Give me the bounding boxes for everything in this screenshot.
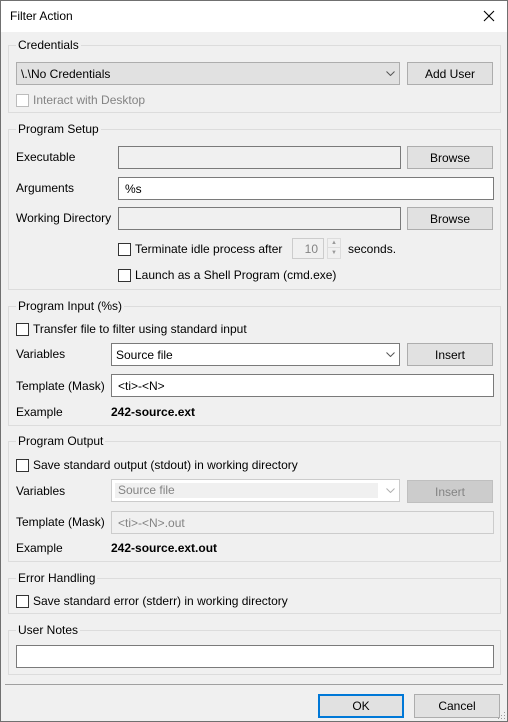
idle-seconds-field[interactable]: 10 [292,238,324,259]
input-insert-label: Insert [434,347,465,362]
terminate-idle-label: Terminate idle process after [135,242,283,256]
input-template-field[interactable]: <ti>-<N> [111,374,494,397]
terminate-idle-box [118,242,131,256]
executable-label: Executable [16,150,76,164]
shell-program-label: Launch as a Shell Program (cmd.exe) [135,268,337,282]
error-handling-group: Error Handling Save standard error (stde… [8,571,501,614]
close-icon [483,10,495,22]
credentials-select[interactable]: \.\No Credentials [16,62,400,85]
working-directory-label: Working Directory [16,211,112,225]
save-stderr-box [16,594,29,608]
chevron-down-icon [381,71,399,76]
program-setup-group: Program Setup Executable Browse Argument… [8,122,501,290]
input-insert-button[interactable]: Insert [407,343,493,366]
cancel-label: Cancel [438,699,476,713]
input-variables-value: Source file [116,347,173,362]
interact-desktop-checkbox[interactable]: Interact with Desktop [16,93,145,107]
browse-working-directory-button[interactable]: Browse [407,207,493,230]
output-template-field[interactable]: <ti>-<N>.out [111,511,494,534]
output-insert-button[interactable]: Insert [407,480,493,503]
program-setup-legend: Program Setup [16,122,101,136]
output-variables-select[interactable]: Source file [111,479,400,502]
add-user-button[interactable]: Add User [407,62,493,85]
user-notes-field[interactable] [16,645,494,668]
user-notes-legend: User Notes [16,623,81,637]
credentials-legend: Credentials [16,38,81,52]
input-example-label: Example [16,405,63,419]
input-example-value: 242-source.ext [111,405,196,419]
save-stdout-label: Save standard output (stdout) in working… [33,458,298,472]
browse-working-directory-label: Browse [429,211,470,226]
output-example-value: 242-source.ext.out [111,541,218,555]
shell-program-checkbox[interactable]: Launch as a Shell Program (cmd.exe) [118,268,336,282]
ok-button[interactable]: OK [318,694,404,718]
seconds-label: seconds. [348,242,397,256]
browse-executable-button[interactable]: Browse [407,146,493,169]
footer-separator [5,684,503,685]
executable-field[interactable] [118,146,401,169]
save-stdout-box [16,458,29,472]
save-stderr-checkbox[interactable]: Save standard error (stderr) in working … [16,594,288,608]
filter-action-dialog: Filter Action Credentials \.\No Credenti… [0,0,508,722]
save-stderr-label: Save standard error (stderr) in working … [33,594,288,608]
close-button[interactable] [475,3,503,29]
error-handling-legend: Error Handling [16,571,98,585]
input-variables-select[interactable]: Source file [111,343,400,366]
chevron-down-icon [381,352,399,357]
resize-grip-icon[interactable] [496,710,506,720]
interact-desktop-label: Interact with Desktop [33,93,146,107]
transfer-stdin-box [16,322,29,336]
transfer-stdin-checkbox[interactable]: Transfer file to filter using standard i… [16,322,247,336]
ok-label: OK [352,699,370,713]
output-variables-label: Variables [16,484,66,498]
user-notes-group: User Notes [8,623,501,675]
spin-down-icon[interactable]: ▼ [327,248,341,259]
program-input-legend: Program Input (%s) [16,299,125,313]
credentials-select-value: \.\No Credentials [21,66,111,81]
output-template-label: Template (Mask) [16,515,105,529]
cancel-button[interactable]: Cancel [414,694,500,718]
save-stdout-checkbox[interactable]: Save standard output (stdout) in working… [16,458,298,472]
idle-seconds-spinner[interactable]: ▲ ▼ [327,238,341,259]
interact-desktop-box [16,93,29,107]
input-template-label: Template (Mask) [16,379,105,393]
program-output-legend: Program Output [16,434,106,448]
chevron-down-icon [381,488,399,493]
arguments-label: Arguments [16,181,75,195]
credentials-group: Credentials \.\No Credentials Add User I… [8,38,501,113]
browse-executable-label: Browse [429,150,470,165]
program-output-group: Program Output Save standard output (std… [8,434,501,562]
working-directory-field[interactable] [118,207,401,230]
shell-program-box [118,268,131,282]
output-variables-value: Source file [115,483,378,498]
title-bar: Filter Action [1,1,507,32]
program-input-group: Program Input (%s) Transfer file to filt… [8,299,501,426]
window-title: Filter Action [10,9,73,23]
transfer-stdin-label: Transfer file to filter using standard i… [33,322,247,336]
spin-up-icon[interactable]: ▲ [327,238,341,248]
input-variables-label: Variables [16,347,66,361]
output-example-label: Example [16,541,63,555]
terminate-idle-checkbox[interactable]: Terminate idle process after [118,242,282,256]
output-insert-label: Insert [434,484,465,499]
add-user-label: Add User [424,66,476,81]
arguments-field[interactable]: %s [118,177,494,200]
